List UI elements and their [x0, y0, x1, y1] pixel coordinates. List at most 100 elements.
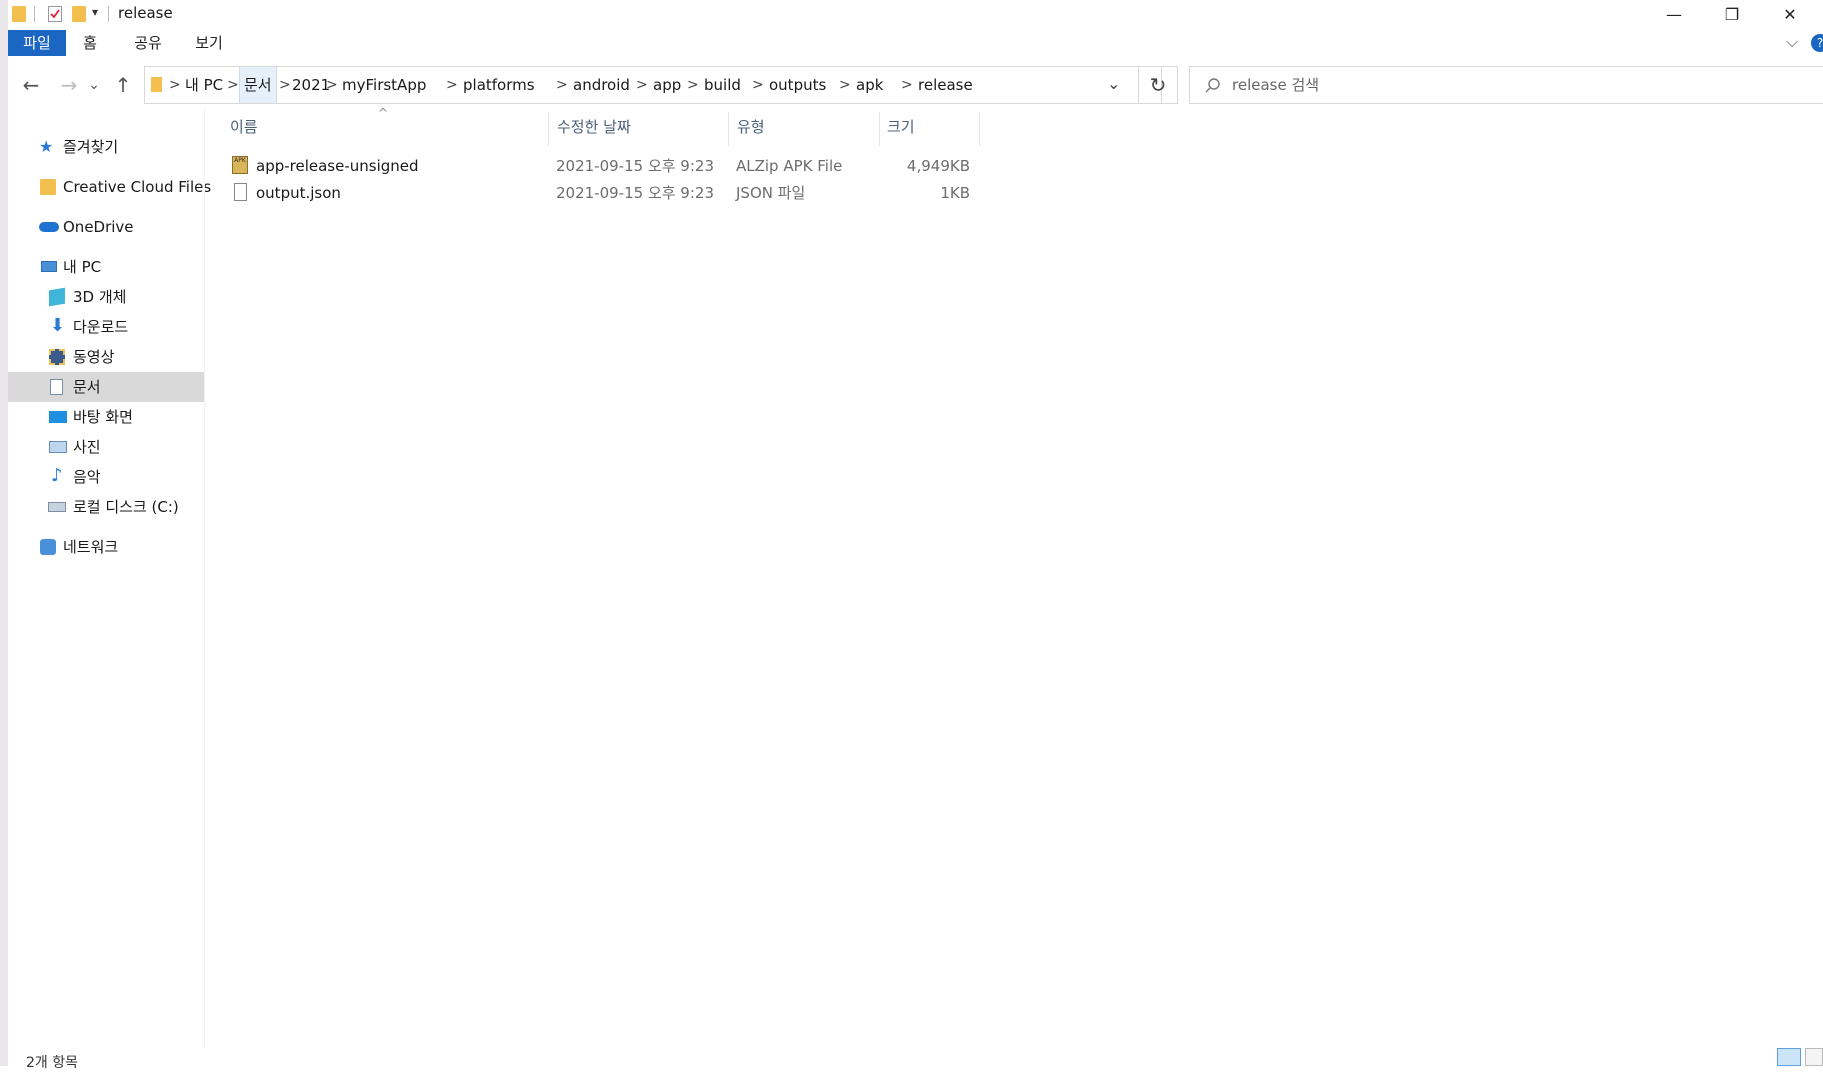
sidebar-item-label: 네트워크: [63, 538, 119, 556]
sidebar-item-creative-cloud[interactable]: Creative Cloud Files: [8, 172, 211, 202]
column-separator[interactable]: [728, 112, 729, 146]
sidebar-item-documents[interactable]: 문서: [8, 372, 204, 402]
file-date: 2021-09-15 오후 9:23: [556, 157, 714, 175]
breadcrumb-chevron[interactable]: >: [227, 67, 239, 103]
file-row[interactable]: APK app-release-unsigned 2021-09-15 오후 9…: [224, 153, 974, 179]
tab-home[interactable]: 홈: [72, 30, 108, 56]
breadcrumb-item-current[interactable]: release: [914, 67, 977, 103]
column-separator[interactable]: [979, 112, 980, 146]
search-placeholder: release 검색: [1232, 76, 1320, 94]
properties-icon[interactable]: [48, 6, 62, 22]
sidebar-item-videos[interactable]: 동영상: [8, 342, 204, 372]
computer-icon: [41, 261, 57, 272]
column-separator[interactable]: [879, 112, 880, 146]
folder-icon: [12, 6, 26, 22]
sidebar-item-label: 내 PC: [63, 258, 102, 276]
up-arrow-icon: ↑: [114, 73, 132, 97]
breadcrumb-chevron[interactable]: >: [636, 67, 648, 103]
column-header-size[interactable]: 크기: [887, 112, 915, 142]
column-header-name[interactable]: 이름: [230, 112, 258, 142]
item-count: 2개 항목: [26, 1055, 78, 1071]
cloud-icon: [39, 222, 59, 232]
apk-file-icon: APK: [232, 156, 248, 174]
file-name: output.json: [256, 184, 341, 202]
sidebar-item-label: OneDrive: [63, 218, 134, 236]
network-icon: [40, 539, 56, 555]
breadcrumb-item[interactable]: platforms: [459, 67, 539, 103]
details-view-icon[interactable]: [1777, 1048, 1801, 1066]
back-button[interactable]: ←: [16, 70, 46, 100]
close-button[interactable]: ✕: [1760, 0, 1820, 28]
help-icon[interactable]: ?: [1811, 34, 1823, 52]
title-bar: ▾ release — ❐ ✕: [8, 0, 1823, 28]
pane-divider[interactable]: [204, 108, 205, 1048]
expand-ribbon-icon[interactable]: ⌵: [1786, 32, 1798, 52]
breadcrumb-chevron[interactable]: >: [839, 67, 851, 103]
picture-icon: [49, 441, 67, 453]
file-date: 2021-09-15 오후 9:23: [556, 184, 714, 202]
tab-view[interactable]: 보기: [184, 30, 234, 56]
tab-share[interactable]: 공유: [124, 30, 172, 56]
sidebar-item-label: 음악: [73, 468, 101, 486]
separator: [108, 6, 109, 22]
sidebar-item-local-disk[interactable]: 로컬 디스크 (C:): [8, 492, 204, 522]
breadcrumb-item[interactable]: apk: [852, 67, 887, 103]
column-header-type[interactable]: 유형: [737, 112, 765, 142]
document-icon: [50, 379, 63, 395]
breadcrumb-chevron[interactable]: >: [901, 67, 913, 103]
address-dropdown-icon[interactable]: ⌄: [1107, 74, 1120, 93]
restore-button[interactable]: ❐: [1702, 0, 1762, 28]
breadcrumb-item[interactable]: outputs: [765, 67, 830, 103]
sidebar-item-pictures[interactable]: 사진: [8, 432, 204, 462]
breadcrumb-chevron[interactable]: >: [752, 67, 764, 103]
sidebar-item-3d-objects[interactable]: 3D 개체: [8, 282, 204, 312]
breadcrumb-chevron[interactable]: >: [169, 67, 181, 103]
large-icons-view-icon[interactable]: [1805, 1048, 1823, 1066]
separator: [34, 6, 35, 22]
sidebar-item-label: Creative Cloud Files: [63, 178, 212, 196]
breadcrumb-item[interactable]: build: [700, 67, 745, 103]
sidebar-item-label: 동영상: [73, 348, 115, 366]
sidebar-item-label: 즐겨찾기: [63, 138, 119, 156]
forward-button[interactable]: →: [54, 70, 84, 100]
cube-icon: [49, 287, 65, 307]
tab-file[interactable]: 파일: [8, 30, 66, 56]
search-icon: [1205, 78, 1220, 93]
new-folder-icon[interactable]: [72, 6, 86, 22]
sidebar-item-onedrive[interactable]: OneDrive: [8, 212, 204, 242]
breadcrumb-item[interactable]: app: [649, 67, 685, 103]
sidebar-item-network[interactable]: 네트워크: [8, 532, 204, 562]
sidebar-item-music[interactable]: ♪ 음악: [8, 462, 204, 492]
quick-access-dropdown-icon[interactable]: ▾: [92, 5, 98, 19]
creative-cloud-icon: [40, 179, 56, 195]
column-separator[interactable]: [548, 112, 549, 146]
address-bar[interactable]: > 내 PC > 문서 > 2021 > myFirstApp > platfo…: [144, 66, 1162, 104]
recent-locations-button[interactable]: ⌄: [84, 70, 104, 100]
breadcrumb-chevron[interactable]: >: [446, 67, 458, 103]
refresh-button[interactable]: ↻: [1138, 66, 1178, 104]
breadcrumb-item[interactable]: 문서: [239, 67, 277, 103]
back-arrow-icon: ←: [22, 73, 40, 97]
sidebar-item-this-pc[interactable]: 내 PC: [8, 252, 204, 282]
breadcrumb-item[interactable]: android: [569, 67, 634, 103]
breadcrumb-item[interactable]: 내 PC: [181, 67, 227, 103]
breadcrumb-chevron[interactable]: >: [326, 67, 338, 103]
minimize-button[interactable]: —: [1644, 0, 1704, 28]
up-button[interactable]: ↑: [108, 70, 138, 100]
breadcrumb-chevron[interactable]: >: [687, 67, 699, 103]
window-title: release: [118, 4, 173, 22]
breadcrumb-item[interactable]: myFirstApp: [338, 67, 430, 103]
file-type: JSON 파일: [736, 184, 806, 202]
sidebar-item-label: 다운로드: [73, 318, 129, 336]
search-box[interactable]: release 검색: [1189, 66, 1823, 104]
file-row[interactable]: output.json 2021-09-15 오후 9:23 JSON 파일 1…: [224, 180, 974, 206]
restore-icon: ❐: [1724, 4, 1740, 24]
sort-ascending-icon: ^: [378, 106, 389, 120]
sidebar-item-quick-access[interactable]: ★ 즐겨찾기: [8, 132, 204, 162]
column-header-date[interactable]: 수정한 날짜: [557, 112, 631, 142]
breadcrumb-chevron[interactable]: >: [556, 67, 568, 103]
sidebar-item-downloads[interactable]: ⬇ 다운로드: [8, 312, 204, 342]
sidebar-item-desktop[interactable]: 바탕 화면: [8, 402, 204, 432]
sidebar-item-label: 문서: [73, 378, 101, 396]
window-left-edge: [0, 0, 8, 1066]
